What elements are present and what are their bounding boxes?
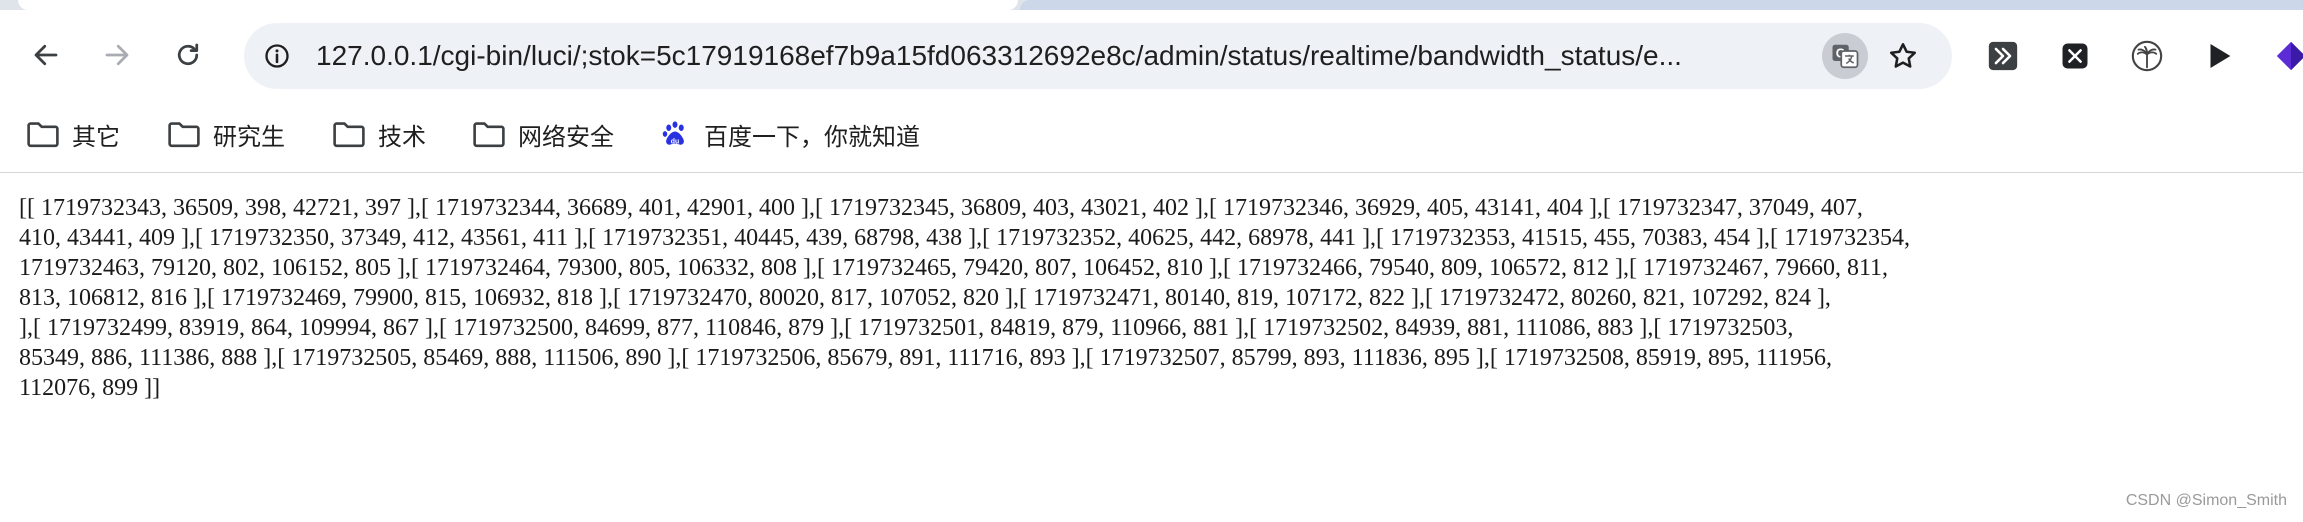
bookmark-label: 技术 <box>378 123 426 151</box>
terminal-extension-icon <box>1988 41 2018 71</box>
folder-icon <box>333 122 365 148</box>
translate-button[interactable]: G <box>1822 33 1868 79</box>
star-icon <box>1890 43 1916 68</box>
bookmark-label: 百度一下，你就知道 <box>704 123 920 151</box>
diamond-extension-button[interactable] <box>2268 33 2303 79</box>
arrow-left-icon <box>34 44 58 66</box>
bookmark-folder-other[interactable]: 其它 <box>26 114 120 154</box>
bookmark-folder-network-security[interactable]: 网络安全 <box>472 114 614 154</box>
background-tab[interactable] <box>1020 0 2303 10</box>
palm-tree-extension-icon <box>2131 40 2163 72</box>
folder-icon <box>168 122 200 148</box>
watermark: CSDN @Simon_Smith <box>2125 492 2287 509</box>
reload-button[interactable] <box>163 30 213 80</box>
arrow-right-icon <box>105 44 129 66</box>
bookmark-label: 网络安全 <box>518 123 614 151</box>
response-line: 1719732463, 79120, 802, 106152, 805 ],[ … <box>19 255 1889 281</box>
browser-toolbar: 127.0.0.1/cgi-bin/luci/;stok=5c17919168e… <box>0 10 2303 102</box>
response-line: 410, 43441, 409 ],[ 1719732350, 37349, 4… <box>19 225 1911 251</box>
response-line: 85349, 886, 111386, 888 ],[ 1719732505, … <box>19 345 1833 371</box>
terminal-extension-button[interactable] <box>1980 33 2026 79</box>
response-line: ],[ 1719732499, 83919, 864, 109994, 867 … <box>19 315 1794 341</box>
response-line: [[ 1719732343, 36509, 398, 42721, 397 ],… <box>19 195 1863 221</box>
svg-text:du: du <box>671 138 679 145</box>
bookmark-folder-graduate[interactable]: 研究生 <box>167 114 285 154</box>
play-extension-button[interactable] <box>2196 33 2242 79</box>
bookmark-folder-tech[interactable]: 技术 <box>332 114 426 154</box>
forward-button[interactable] <box>92 30 142 80</box>
back-button[interactable] <box>21 30 71 80</box>
reload-icon <box>177 43 199 66</box>
tune-icon <box>265 44 289 68</box>
url-text[interactable]: 127.0.0.1/cgi-bin/luci/;stok=5c17919168e… <box>316 23 1786 89</box>
play-extension-icon <box>2210 43 2231 69</box>
bookmark-label: 其它 <box>72 123 120 151</box>
diamond-extension-icon <box>2276 41 2303 71</box>
active-tab[interactable] <box>18 0 1018 10</box>
baidu-paw-icon: du <box>662 121 684 145</box>
bookmark-star-button[interactable] <box>1880 33 1926 79</box>
response-line: 813, 106812, 816 ],[ 1719732469, 79900, … <box>19 285 1831 311</box>
address-bar[interactable]: 127.0.0.1/cgi-bin/luci/;stok=5c17919168e… <box>244 23 1952 89</box>
x-extension-button[interactable] <box>2052 33 2098 79</box>
folder-icon <box>27 122 59 148</box>
bookmarks-bar: 其它 研究生 技术 网络安全 du 百度一下，你就知道 <box>0 102 2303 166</box>
folder-icon <box>473 122 505 148</box>
x-extension-icon <box>2062 43 2088 69</box>
toolbar-divider <box>0 172 2303 173</box>
response-line: 112076, 899 ]] <box>19 375 161 401</box>
bookmark-baidu[interactable]: du 百度一下，你就知道 <box>658 114 920 154</box>
bookmark-label: 研究生 <box>213 123 285 151</box>
tab-strip <box>0 0 2303 10</box>
palm-tree-extension-button[interactable] <box>2124 33 2170 79</box>
translate-icon: G <box>1832 44 1859 69</box>
json-response-text: [[ 1719732343, 36509, 398, 42721, 397 ],… <box>19 193 2303 443</box>
site-info-button[interactable] <box>254 33 300 79</box>
